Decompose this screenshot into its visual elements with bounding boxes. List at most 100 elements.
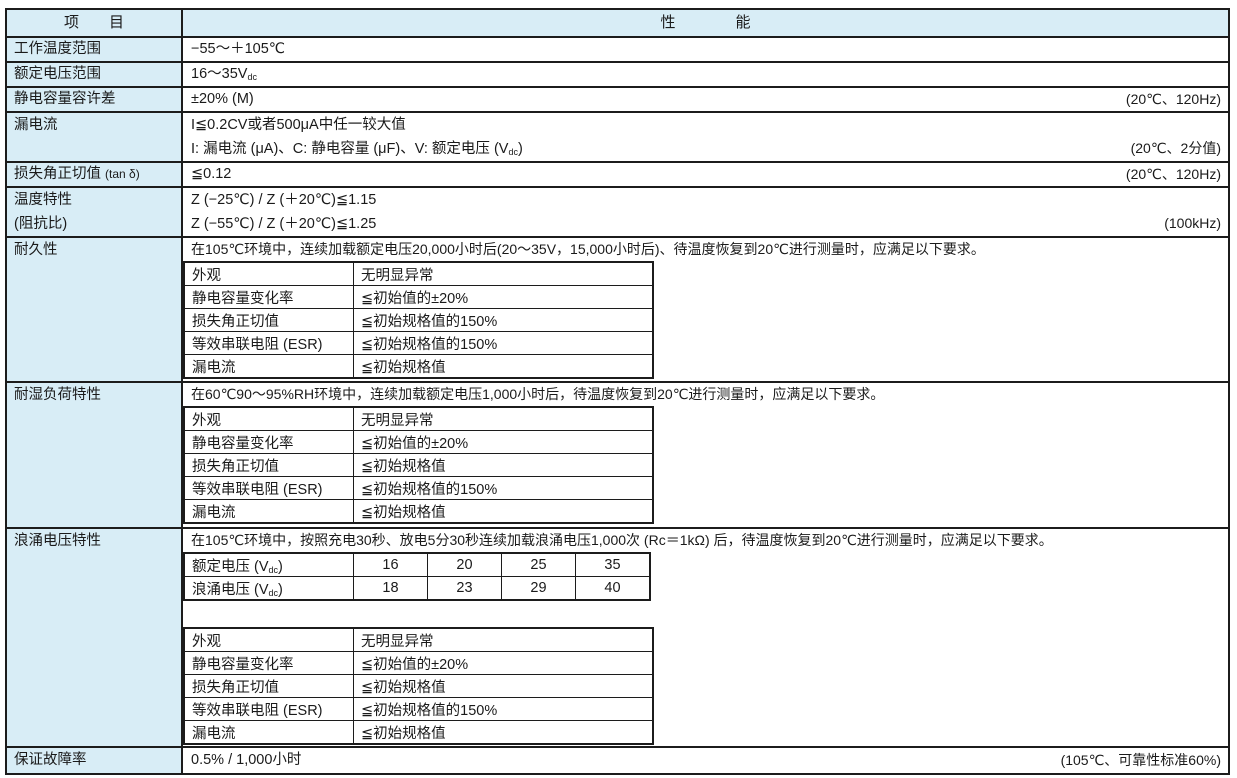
surge-voltage-subtable: 外观无明显异常 静电容量变化率≦初始值的±20% 损失角正切值≦初始规格值 等效… [183, 627, 654, 745]
surge-item-0-spec: 无明显异常 [354, 628, 654, 652]
spec-table: 项 目 性 能 工作温度范围 −55～＋105℃ 额定电压范围 16～35Vdc… [5, 8, 1230, 775]
surge-surge-value-0: 18 [354, 577, 428, 601]
header-item: 项 目 [7, 10, 183, 36]
surge-item-3-spec: ≦初始规格值的150% [354, 698, 654, 721]
surge-voltage-intro: 在105℃环境中，按照充电30秒、放电5分30秒连续加载浪涌电压1,000次 (… [183, 529, 1228, 552]
capacitance-tolerance-condition: (20℃、120Hz) [1126, 88, 1221, 111]
surge-rated-value-0: 16 [354, 553, 428, 577]
surge-surge-value-2: 29 [502, 577, 576, 601]
leakage-current-condition: (20℃、2分值) [1131, 136, 1221, 161]
row-surge-voltage: 浪涌电压特性 在105℃环境中，按照充电30秒、放电5分30秒连续加载浪涌电压1… [7, 527, 1228, 746]
humidity-item-2-name: 损失角正切值 [184, 454, 354, 477]
surge-item-4-name: 漏电流 [184, 721, 354, 745]
humidity-item-4-name: 漏电流 [184, 500, 354, 524]
table-row: 外观无明显异常 [184, 262, 653, 286]
temp-characteristics-line1: Z (−25℃) / Z (＋20℃)≦1.15 [183, 188, 1228, 212]
dc-subscript: dc [269, 588, 279, 598]
table-row: 额定电压 (Vdc) 16 20 25 35 [184, 553, 650, 577]
temp-characteristics-condition: (100kHz) [1164, 211, 1221, 236]
table-header-row: 项 目 性 能 [7, 10, 1228, 36]
endurance-item-4-name: 漏电流 [184, 355, 354, 379]
tan-delta-label-paren: (tan δ) [105, 167, 140, 181]
operating-temp-value: −55～＋105℃ [183, 38, 1228, 61]
table-row: 外观无明显异常 [184, 407, 653, 431]
surge-item-3-name: 等效串联电阻 (ESR) [184, 698, 354, 721]
surge-rated-voltage-label: 额定电压 (Vdc) [184, 553, 354, 577]
surge-voltage-table: 额定电压 (Vdc) 16 20 25 35 浪涌电压 (Vdc) 18 23 … [183, 552, 651, 601]
capacitance-tolerance-value: ±20% (M) [183, 88, 1228, 111]
surge-item-2-spec: ≦初始规格值 [354, 675, 654, 698]
row-tan-delta: 损失角正切值 (tan δ) ≦0.12 (20℃、120Hz) [7, 161, 1228, 186]
surge-surge-value-1: 23 [428, 577, 502, 601]
endurance-item-1-name: 静电容量变化率 [184, 286, 354, 309]
row-capacitance-tolerance: 静电容量容许差 ±20% (M) (20℃、120Hz) [7, 86, 1228, 111]
leakage-current-line2-close: ) [518, 141, 523, 157]
humidity-load-subtable: 外观无明显异常 静电容量变化率≦初始值的±20% 损失角正切值≦初始规格值 等效… [183, 406, 654, 524]
endurance-item-0-name: 外观 [184, 262, 354, 286]
surge-surge-voltage-label-close: ) [278, 582, 283, 598]
table-row: 静电容量变化率≦初始值的±20% [184, 286, 653, 309]
header-performance: 性 能 [183, 10, 1228, 36]
humidity-item-0-spec: 无明显异常 [354, 407, 654, 431]
tan-delta-value: ≦0.12 [183, 163, 1228, 186]
row-endurance: 耐久性 在105℃环境中，连续加载额定电压20,000小时后(20～35V，15… [7, 236, 1228, 381]
humidity-load-intro: 在60℃90～95%RH环境中，连续加载额定电压1,000小时后，待温度恢复到2… [183, 383, 1228, 406]
surge-rated-voltage-label-text: 额定电压 (V [192, 559, 269, 575]
surge-voltage-label: 浪涌电压特性 [7, 529, 183, 746]
humidity-item-4-spec: ≦初始规格值 [354, 500, 654, 524]
surge-rated-value-3: 35 [576, 553, 651, 577]
dc-subscript: dc [247, 72, 257, 82]
surge-surge-voltage-label: 浪涌电压 (Vdc) [184, 577, 354, 601]
failure-rate-label: 保证故障率 [7, 748, 183, 773]
table-row: 损失角正切值≦初始规格值 [184, 454, 653, 477]
table-row: 损失角正切值≦初始规格值 [184, 675, 653, 698]
surge-item-2-name: 损失角正切值 [184, 675, 354, 698]
table-row: 静电容量变化率≦初始值的±20% [184, 431, 653, 454]
leakage-current-label: 漏电流 [7, 113, 183, 161]
surge-surge-voltage-label-text: 浪涌电压 (V [192, 582, 269, 598]
operating-temp-label: 工作温度范围 [7, 38, 183, 61]
endurance-intro: 在105℃环境中，连续加载额定电压20,000小时后(20～35V，15,000… [183, 238, 1228, 261]
tan-delta-label-main: 损失角正切值 [14, 166, 105, 182]
surge-voltage-spacer [183, 601, 1228, 627]
table-row: 等效串联电阻 (ESR)≦初始规格值的150% [184, 477, 653, 500]
row-rated-voltage: 额定电压范围 16～35Vdc [7, 61, 1228, 86]
endurance-label: 耐久性 [7, 238, 183, 381]
tan-delta-label: 损失角正切值 (tan δ) [7, 163, 183, 186]
table-row: 等效串联电阻 (ESR)≦初始规格值的150% [184, 698, 653, 721]
table-row: 漏电流≦初始规格值 [184, 500, 653, 524]
table-row: 漏电流≦初始规格值 [184, 721, 653, 745]
row-temp-characteristics: 温度特性 (阻抗比) Z (−25℃) / Z (＋20℃)≦1.15 Z (−… [7, 186, 1228, 236]
endurance-item-4-spec: ≦初始规格值 [354, 355, 654, 379]
temp-characteristics-line2: Z (−55℃) / Z (＋20℃)≦1.25 [183, 212, 1228, 236]
table-row: 等效串联电阻 (ESR)≦初始规格值的150% [184, 332, 653, 355]
temp-characteristics-label-line1: 温度特性 [14, 188, 181, 212]
leakage-current-line2-text: I: 漏电流 (μA)、C: 静电容量 (μF)、V: 额定电压 (V [191, 141, 508, 157]
humidity-item-2-spec: ≦初始规格值 [354, 454, 654, 477]
table-row: 漏电流≦初始规格值 [184, 355, 653, 379]
table-row: 静电容量变化率≦初始值的±20% [184, 652, 653, 675]
surge-item-4-spec: ≦初始规格值 [354, 721, 654, 745]
table-row: 外观无明显异常 [184, 628, 653, 652]
capacitance-tolerance-label: 静电容量容许差 [7, 88, 183, 111]
endurance-item-3-spec: ≦初始规格值的150% [354, 332, 654, 355]
surge-rated-value-1: 20 [428, 553, 502, 577]
row-failure-rate: 保证故障率 0.5% / 1,000小时 (105℃、可靠性标准60%) [7, 746, 1228, 773]
endurance-item-3-name: 等效串联电阻 (ESR) [184, 332, 354, 355]
humidity-item-1-spec: ≦初始值的±20% [354, 431, 654, 454]
leakage-current-line1: I≦0.2CV或者500μA中任一较大值 [183, 113, 1228, 137]
endurance-item-2-spec: ≦初始规格值的150% [354, 309, 654, 332]
dc-subscript: dc [269, 565, 279, 575]
temp-characteristics-label-line2: (阻抗比) [14, 212, 181, 236]
row-leakage-current: 漏电流 I≦0.2CV或者500μA中任一较大值 I: 漏电流 (μA)、C: … [7, 111, 1228, 161]
surge-rated-value-2: 25 [502, 553, 576, 577]
failure-rate-condition: (105℃、可靠性标准60%) [1061, 748, 1221, 773]
table-row: 损失角正切值≦初始规格值的150% [184, 309, 653, 332]
rated-voltage-value-main: 16～35V [191, 66, 247, 82]
rated-voltage-label: 额定电压范围 [7, 63, 183, 86]
surge-item-1-name: 静电容量变化率 [184, 652, 354, 675]
table-row: 浪涌电压 (Vdc) 18 23 29 40 [184, 577, 650, 601]
endurance-item-0-spec: 无明显异常 [354, 262, 654, 286]
humidity-item-1-name: 静电容量变化率 [184, 431, 354, 454]
temp-characteristics-label: 温度特性 (阻抗比) [7, 188, 183, 236]
